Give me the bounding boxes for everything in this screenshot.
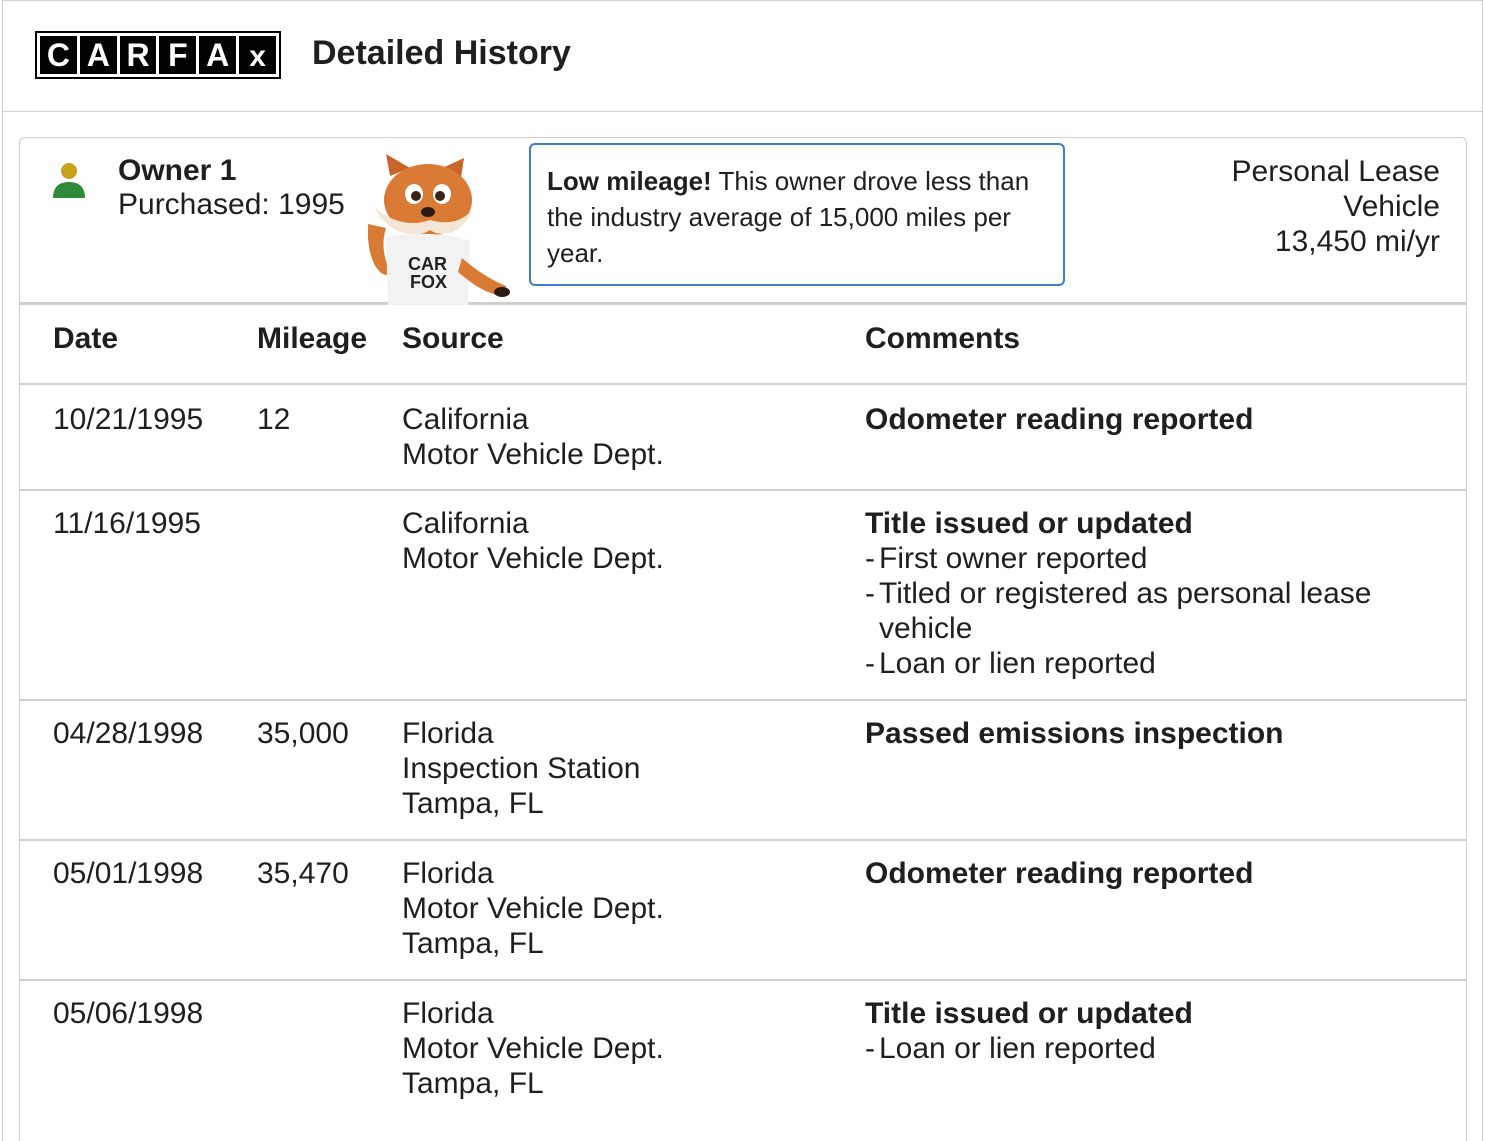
row-comments: Passed emissions inspection [865,716,1425,751]
row-date: 11/16/1995 [53,507,201,540]
row-source: Florida Motor Vehicle Dept. Tampa, FL [402,996,842,1101]
source-line: Florida [402,997,494,1030]
source-line: Motor Vehicle Dept. [402,892,664,925]
row-comments: Odometer reading reported [865,856,1425,891]
low-mileage-callout: Low mileage! This owner drove less than … [529,143,1065,286]
row-source: California Motor Vehicle Dept. [402,506,842,576]
logo-letter: C [40,36,77,74]
table-row: 11/16/1995 California Motor Vehicle Dept… [20,491,1466,701]
table-row: 05/06/1998 Florida Motor Vehicle Dept. T… [20,981,1466,1141]
source-line: Tampa, FL [402,787,544,820]
logo-letter: A [79,36,117,74]
row-comments: Title issued or updated - First owner rep… [865,506,1425,681]
logo-letter: x [239,36,276,74]
person-icon [53,163,85,198]
source-line: Florida [402,717,494,750]
ownership-type-line: Personal Lease [1231,155,1440,188]
logo-letter: A [199,36,237,74]
owner-name: Owner 1 [118,154,237,187]
column-header-source: Source [402,322,504,355]
carfax-logo: C A R F A x [35,31,281,79]
row-mileage: 35,000 [257,717,349,750]
row-date: 10/21/1995 [53,403,204,436]
source-line: Florida [402,857,494,890]
page-title: Detailed History [312,34,571,72]
callout-bold: Low mileage! [547,166,712,196]
row-source: Florida Inspection Station Tampa, FL [402,716,842,821]
row-mileage: 35,470 [257,857,349,890]
row-mileage: 12 [257,403,291,436]
row-comments: Odometer reading reported [865,402,1425,437]
table-row: 10/21/1995 12 California Motor Vehicle D… [20,387,1466,491]
column-header-comments: Comments [865,322,1021,355]
row-date: 04/28/1998 [53,717,204,750]
source-line: Tampa, FL [402,1067,544,1100]
fox-shirt-text: CAR [408,254,447,274]
table-header [20,305,1466,385]
source-line: California [402,403,529,436]
comment-heading: Odometer reading reported [865,857,1254,890]
carfox-mascot-icon: CAR FOX [368,154,510,305]
column-header-mileage: Mileage [257,322,368,355]
row-date: 05/06/1998 [53,997,204,1030]
ownership-type-line: Vehicle [1343,190,1440,223]
row-source: California Motor Vehicle Dept. [402,402,842,472]
source-line: California [402,507,529,540]
comment-bullet: - Loan or lien reported [865,647,1156,680]
fox-shirt-text: FOX [410,272,447,292]
comment-bullet: - Loan or lien reported [865,1032,1156,1065]
mileage-rate: 13,450 mi/yr [1274,225,1440,258]
source-line: Inspection Station [402,752,641,785]
column-header-date: Date [53,322,119,355]
row-date: 05/01/1998 [53,857,204,890]
logo-letter: R [119,36,157,74]
comment-bullet: - First owner reported [865,542,1148,575]
table-row: 05/01/1998 35,470 Florida Motor Vehicle … [20,841,1466,981]
comment-heading: Title issued or updated [865,997,1193,1030]
row-source: Florida Motor Vehicle Dept. Tampa, FL [402,856,842,961]
owner-purchased: Purchased: 1995 [118,188,345,221]
source-line: Motor Vehicle Dept. [402,1032,664,1065]
comment-heading: Passed emissions inspection [865,717,1284,750]
logo-letter: F [159,36,197,74]
table-row: 04/28/1998 35,000 Florida Inspection Sta… [20,701,1466,841]
comment-heading: Title issued or updated [865,507,1193,540]
comment-heading: Odometer reading reported [865,403,1254,436]
ownership-type: Personal Lease Vehicle 13,450 mi/yr [1180,154,1440,259]
comment-bullet: - Titled or registered as personal lease … [865,577,1372,645]
row-comments: Title issued or updated - Loan or lien re… [865,996,1425,1066]
source-line: Tampa, FL [402,927,544,960]
source-line: Motor Vehicle Dept. [402,542,664,575]
source-line: Motor Vehicle Dept. [402,438,664,471]
